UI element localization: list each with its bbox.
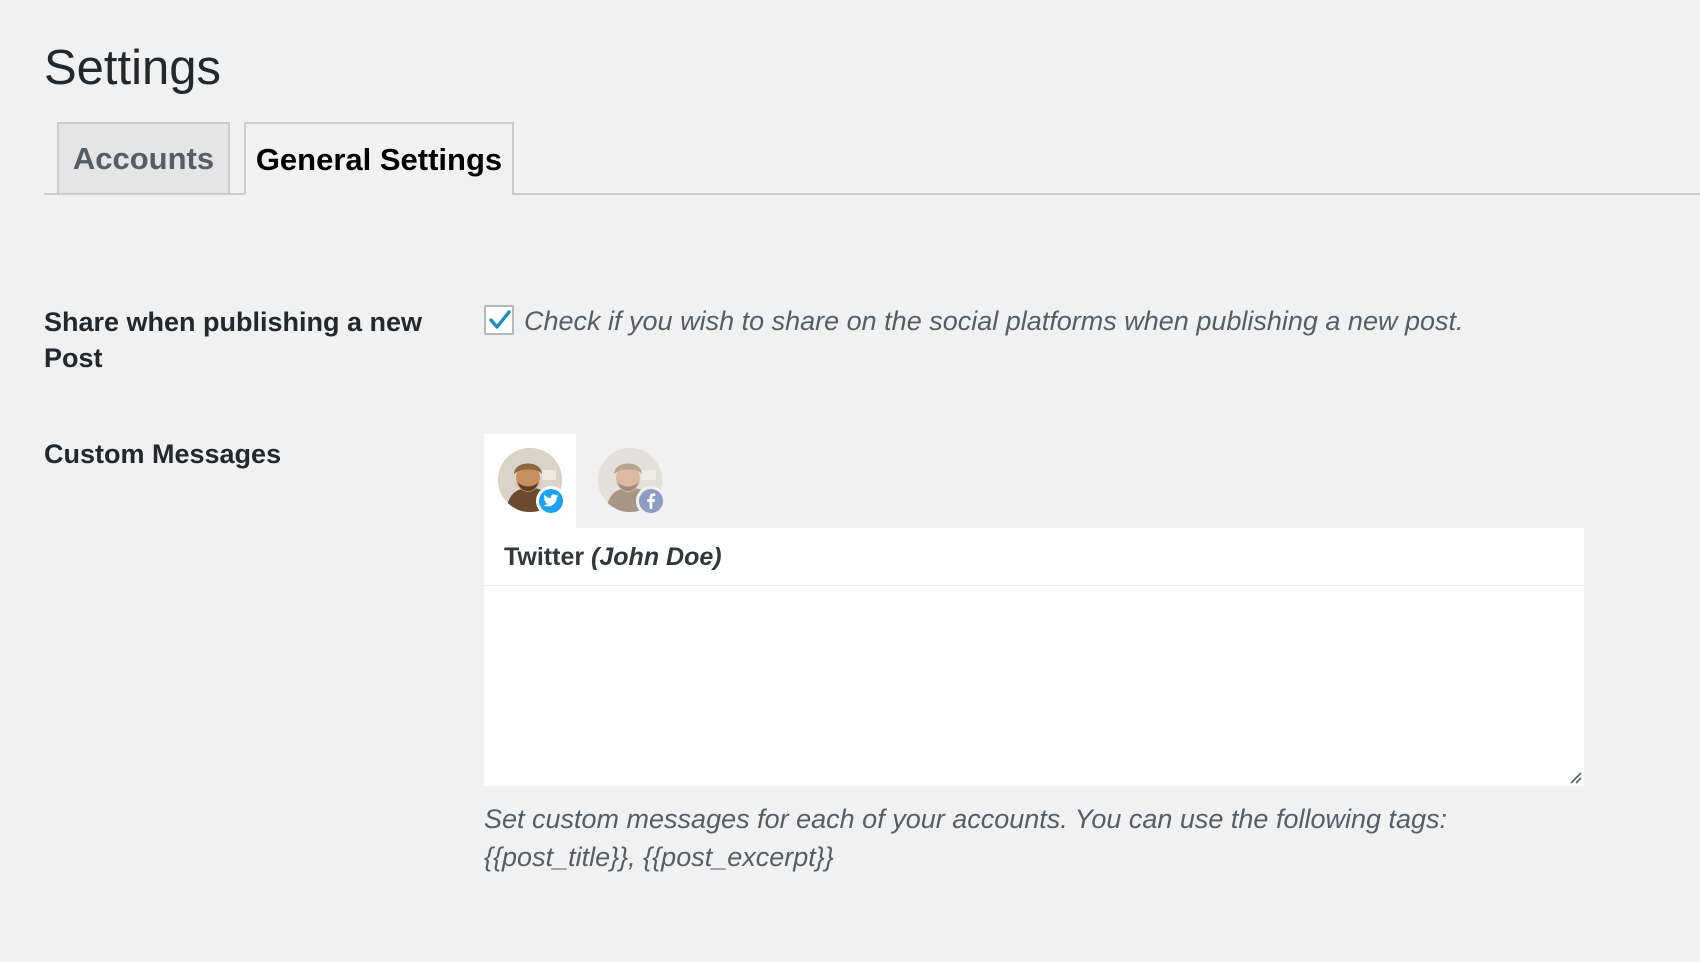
- tab-accounts[interactable]: Accounts: [57, 122, 230, 193]
- page-title: Settings: [44, 41, 222, 95]
- resize-handle-icon[interactable]: [1568, 770, 1582, 784]
- twitter-icon: [536, 486, 566, 516]
- custom-message-header: Twitter (John Doe): [484, 528, 1584, 586]
- share-on-publish-label: Share when publishing a new Post: [44, 307, 423, 373]
- share-on-publish-description: Check if you wish to share on the social…: [524, 306, 1464, 336]
- custom-messages-label: Custom Messages: [44, 439, 282, 469]
- share-on-publish-checkbox[interactable]: [484, 305, 514, 335]
- checkmark-icon: [489, 310, 511, 329]
- account-tab-facebook[interactable]: [584, 434, 676, 528]
- facebook-icon: [636, 486, 666, 516]
- network-name: Twitter: [504, 543, 585, 571]
- tab-general-settings[interactable]: General Settings: [244, 122, 514, 195]
- account-name: (John Doe): [591, 543, 722, 571]
- custom-message-panel: Twitter (John Doe): [484, 528, 1584, 786]
- custom-message-textarea[interactable]: [484, 587, 1584, 786]
- custom-messages-help-text: Set custom messages for each of your acc…: [484, 804, 1448, 872]
- account-tab-twitter[interactable]: [484, 434, 576, 528]
